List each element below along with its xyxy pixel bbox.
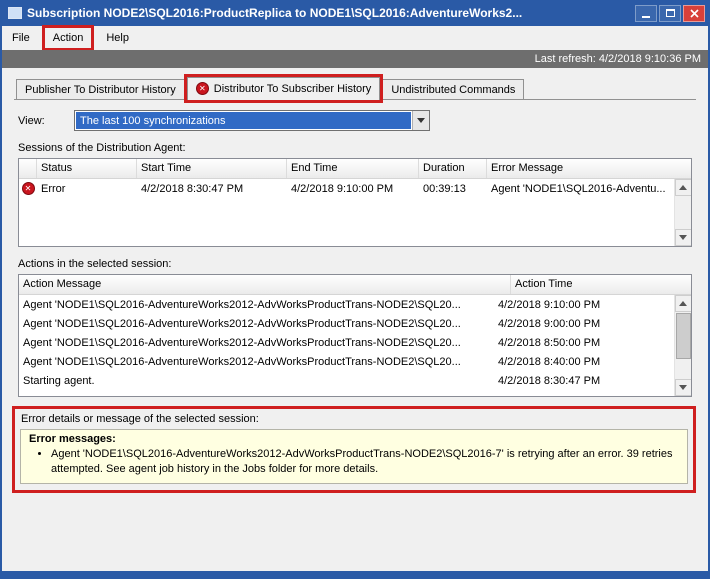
action-message: Agent 'NODE1\SQL2016-AdventureWorks2012-… bbox=[19, 356, 494, 368]
action-message: Agent 'NODE1\SQL2016-AdventureWorks2012-… bbox=[19, 318, 494, 330]
menu-item-help[interactable]: Help bbox=[98, 28, 137, 48]
column-header-error-message[interactable]: Error Message bbox=[487, 159, 691, 178]
action-message: Agent 'NODE1\SQL2016-AdventureWorks2012-… bbox=[19, 299, 494, 311]
tab-undistributed-commands[interactable]: Undistributed Commands bbox=[382, 79, 524, 99]
scroll-down-button[interactable] bbox=[675, 229, 692, 246]
error-status-icon bbox=[22, 182, 35, 195]
action-row[interactable]: Agent 'NODE1\SQL2016-AdventureWorks2012-… bbox=[19, 352, 674, 371]
tab-label: Undistributed Commands bbox=[391, 84, 515, 96]
maximize-button[interactable] bbox=[659, 5, 681, 22]
action-time: 4/2/2018 9:00:00 PM bbox=[494, 318, 674, 330]
arrow-down-icon bbox=[679, 235, 687, 240]
combobox-dropdown-button[interactable] bbox=[412, 111, 429, 130]
replication-monitor-window: Subscription NODE2\SQL2016:ProductReplic… bbox=[0, 0, 710, 579]
sessions-table: Status Start Time End Time Duration Erro… bbox=[18, 158, 692, 247]
scroll-down-button[interactable] bbox=[675, 379, 692, 396]
column-header-duration[interactable]: Duration bbox=[419, 159, 487, 178]
tab-strip: Publisher To Distributor History Distrib… bbox=[14, 77, 696, 100]
action-row[interactable]: Agent 'NODE1\SQL2016-AdventureWorks2012-… bbox=[19, 314, 674, 333]
actions-section-label: Actions in the selected session: bbox=[18, 258, 696, 270]
action-row[interactable]: Agent 'NODE1\SQL2016-AdventureWorks2012-… bbox=[19, 333, 674, 352]
last-refresh-bar: Last refresh: 4/2/2018 9:10:36 PM bbox=[2, 50, 708, 68]
session-row[interactable]: Error 4/2/2018 8:30:47 PM 4/2/2018 9:10:… bbox=[19, 179, 674, 198]
error-message-item: Agent 'NODE1\SQL2016-AdventureWorks2012-… bbox=[51, 447, 679, 477]
actions-table: Action Message Action Time Agent 'NODE1\… bbox=[18, 274, 692, 397]
scrollbar-thumb[interactable] bbox=[676, 313, 691, 359]
column-header-end-time[interactable]: End Time bbox=[287, 159, 419, 178]
chevron-down-icon bbox=[417, 118, 425, 123]
action-message: Starting agent. bbox=[19, 375, 494, 387]
error-message-list: Agent 'NODE1\SQL2016-AdventureWorks2012-… bbox=[51, 447, 679, 477]
action-time: 4/2/2018 8:30:47 PM bbox=[494, 375, 674, 387]
menu-bar: File Action Help bbox=[2, 26, 708, 50]
column-header-status[interactable]: Status bbox=[37, 159, 137, 178]
sessions-section-label: Sessions of the Distribution Agent: bbox=[18, 142, 696, 154]
scroll-up-button[interactable] bbox=[675, 295, 692, 312]
tab-distributor-to-subscriber-history[interactable]: Distributor To Subscriber History bbox=[187, 77, 381, 100]
view-label: View: bbox=[18, 115, 74, 127]
tab-label: Publisher To Distributor History bbox=[25, 84, 176, 96]
sessions-table-header: Status Start Time End Time Duration Erro… bbox=[19, 159, 691, 179]
actions-table-body: Agent 'NODE1\SQL2016-AdventureWorks2012-… bbox=[19, 295, 674, 396]
view-row: View: The last 100 synchronizations bbox=[14, 110, 696, 131]
action-row[interactable]: Starting agent. 4/2/2018 8:30:47 PM bbox=[19, 371, 674, 390]
window-controls bbox=[633, 5, 705, 22]
error-messages-heading: Error messages: bbox=[29, 433, 679, 445]
tab-panel: View: The last 100 synchronizations Sess… bbox=[14, 100, 696, 493]
action-time: 4/2/2018 8:40:00 PM bbox=[494, 356, 674, 368]
error-details-annotation-box: Error details or message of the selected… bbox=[12, 406, 696, 493]
content-area: Publisher To Distributor History Distrib… bbox=[2, 68, 708, 571]
error-messages-box: Error messages: Agent 'NODE1\SQL2016-Adv… bbox=[20, 429, 688, 484]
session-start-time: 4/2/2018 8:30:47 PM bbox=[137, 183, 287, 195]
session-status: Error bbox=[37, 183, 137, 195]
error-details-label: Error details or message of the selected… bbox=[21, 413, 688, 425]
close-icon bbox=[690, 9, 699, 18]
titlebar: Subscription NODE2\SQL2016:ProductReplic… bbox=[2, 0, 708, 26]
action-message: Agent 'NODE1\SQL2016-AdventureWorks2012-… bbox=[19, 337, 494, 349]
session-duration: 00:39:13 bbox=[419, 183, 487, 195]
column-header-start-time[interactable]: Start Time bbox=[137, 159, 287, 178]
window-title: Subscription NODE2\SQL2016:ProductReplic… bbox=[27, 6, 627, 20]
tab-publisher-to-distributor-history[interactable]: Publisher To Distributor History bbox=[16, 79, 185, 99]
app-icon bbox=[8, 7, 22, 19]
tab-label: Distributor To Subscriber History bbox=[214, 83, 372, 95]
synchronizations-combobox[interactable]: The last 100 synchronizations bbox=[74, 110, 430, 131]
close-button[interactable] bbox=[683, 5, 705, 22]
arrow-up-icon bbox=[679, 185, 687, 190]
column-header-action-time[interactable]: Action Time bbox=[511, 275, 691, 294]
arrow-down-icon bbox=[679, 385, 687, 390]
sessions-table-body: Error 4/2/2018 8:30:47 PM 4/2/2018 9:10:… bbox=[19, 179, 674, 246]
column-header-action-message[interactable]: Action Message bbox=[19, 275, 511, 294]
action-time: 4/2/2018 8:50:00 PM bbox=[494, 337, 674, 349]
maximize-icon bbox=[666, 9, 675, 17]
minimize-icon bbox=[642, 16, 650, 18]
combobox-selected-value: The last 100 synchronizations bbox=[76, 112, 411, 129]
column-header-status-icon[interactable] bbox=[19, 159, 37, 178]
last-refresh-text: Last refresh: 4/2/2018 9:10:36 PM bbox=[535, 53, 701, 65]
session-end-time: 4/2/2018 9:10:00 PM bbox=[287, 183, 419, 195]
actions-table-header: Action Message Action Time bbox=[19, 275, 691, 295]
error-status-icon bbox=[196, 82, 209, 95]
menu-item-action[interactable]: Action bbox=[45, 28, 92, 48]
session-error-message: Agent 'NODE1\SQL2016-Adventu... bbox=[487, 183, 674, 195]
menu-item-file[interactable]: File bbox=[4, 28, 38, 48]
arrow-up-icon bbox=[679, 301, 687, 306]
scroll-up-button[interactable] bbox=[675, 179, 692, 196]
sessions-scrollbar[interactable] bbox=[674, 179, 691, 246]
actions-scrollbar[interactable] bbox=[674, 295, 691, 396]
action-time: 4/2/2018 9:10:00 PM bbox=[494, 299, 674, 311]
action-row[interactable]: Agent 'NODE1\SQL2016-AdventureWorks2012-… bbox=[19, 295, 674, 314]
minimize-button[interactable] bbox=[635, 5, 657, 22]
